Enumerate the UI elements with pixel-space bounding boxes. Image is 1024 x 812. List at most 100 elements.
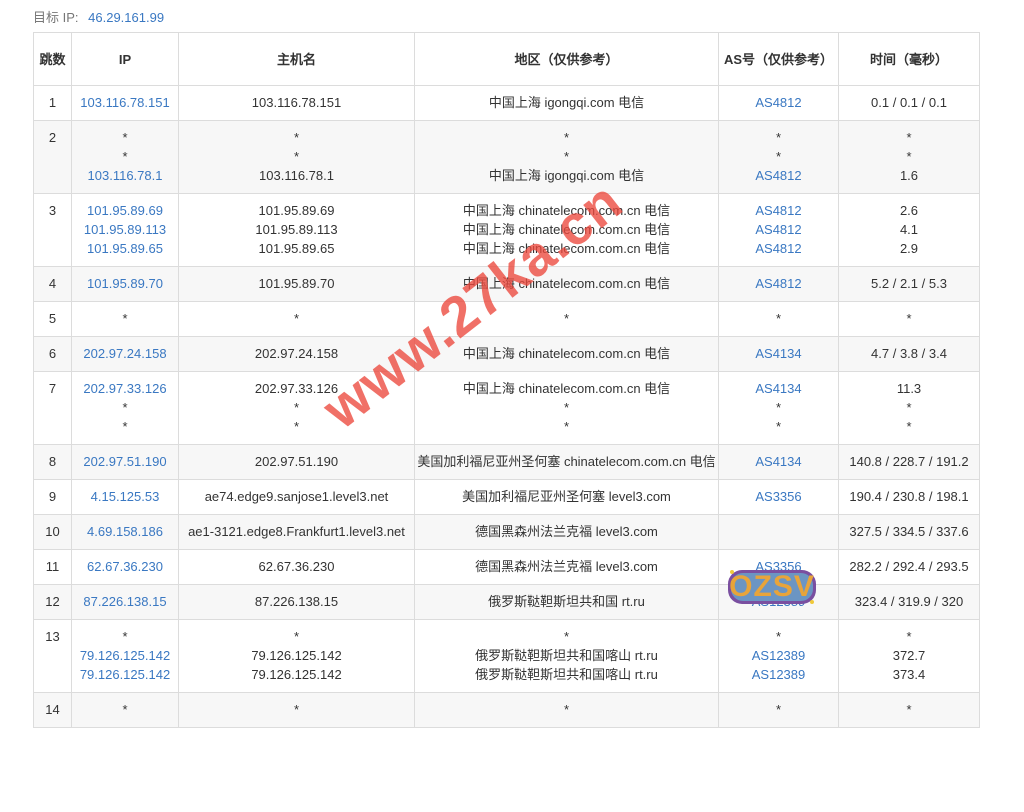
cell-region-value: * — [563, 149, 570, 164]
sticker-label: OZSV — [729, 570, 815, 603]
cell-host: 202.97.33.126 * * — [178, 371, 415, 445]
cell-time: * — [838, 301, 980, 337]
cell-as-value[interactable]: AS4134 — [721, 344, 836, 363]
cell-ip-value[interactable]: 79.126.125.142 — [74, 665, 176, 684]
cell-as-value[interactable]: AS4812 — [721, 220, 836, 239]
cell-time-value: 11.3 — [896, 381, 922, 396]
cell-as-value[interactable]: AS4812 — [721, 166, 836, 185]
cell-as-value[interactable]: AS4812 — [721, 274, 836, 293]
header-ip: IP — [71, 32, 179, 86]
cell-time: 323.4 / 319.9 / 320 — [838, 584, 980, 620]
cell-host-value: 87.226.138.15 — [254, 594, 339, 609]
cell-ip: 4.15.125.53 — [71, 479, 179, 515]
cell-hop: 9 — [33, 479, 72, 515]
cell-ip-value[interactable]: 103.116.78.151 — [74, 93, 176, 112]
target-ip-value[interactable]: 46.29.161.99 — [88, 10, 164, 25]
cell-hop: 11 — [33, 549, 72, 585]
cell-ip: 101.95.89.70 — [71, 266, 179, 302]
cell-host-value: * — [293, 702, 300, 717]
cell-region: 美国加利福尼亚州圣何塞 chinatelecom.com.cn 电信 — [414, 444, 719, 480]
cell-ip: * 79.126.125.142 79.126.125.142 — [71, 619, 179, 693]
cell-host-value: ae74.edge9.sanjose1.level3.net — [204, 489, 389, 504]
target-ip-label: 目标 IP: — [33, 10, 79, 25]
cell-as-value[interactable]: AS4812 — [721, 93, 836, 112]
cell-time-value: * — [906, 400, 912, 415]
cell-host: 62.67.36.230 — [178, 549, 415, 585]
table-row: 8 202.97.51.190 202.97.51.190 美国加利福尼亚州圣何塞 c… — [33, 444, 980, 480]
table-row: 12 87.226.138.15 87.226.138.15 俄罗斯鞑靼斯坦共和国 r… — [33, 584, 980, 620]
cell-hop: 2 — [33, 120, 72, 194]
cell-region-value: 美国加利福尼亚州圣何塞 chinatelecom.com.cn 电信 — [417, 454, 716, 469]
sticker-logo: OZSV — [722, 562, 822, 612]
cell-ip-value[interactable]: 101.95.89.70 — [74, 274, 176, 293]
cell-hop: 4 — [33, 266, 72, 302]
cell-region-value: * — [563, 419, 570, 434]
cell-as-value[interactable]: AS4134 — [721, 379, 836, 398]
cell-ip-value[interactable]: 4.15.125.53 — [74, 487, 176, 506]
cell-ip-value[interactable]: 87.226.138.15 — [74, 592, 176, 611]
cell-ip: 62.67.36.230 — [71, 549, 179, 585]
cell-time-value: * — [906, 311, 912, 326]
cell-time: 140.8 / 228.7 / 191.2 — [838, 444, 980, 480]
cell-as-value[interactable]: AS4134 — [721, 452, 836, 471]
cell-host: * — [178, 692, 415, 728]
cell-as: * * AS4812 — [718, 120, 839, 194]
cell-ip-value[interactable]: 202.97.24.158 — [74, 344, 176, 363]
cell-host-value: 101.95.89.70 — [258, 276, 335, 291]
cell-time-value: 282.2 / 292.4 / 293.5 — [849, 559, 969, 574]
table-row: 2 * * 103.116.78.1 * * 103.116.78.1 * * 中国上海 igon… — [33, 120, 980, 194]
cell-hop: 14 — [33, 692, 72, 728]
cell-ip-value[interactable]: 62.67.36.230 — [74, 557, 176, 576]
table-row: 11 62.67.36.230 62.67.36.230 德国黑森州法兰克福 leve… — [33, 549, 980, 585]
cell-ip: * — [71, 692, 179, 728]
cell-as-value[interactable]: AS4812 — [721, 239, 836, 258]
cell-host-value: * — [293, 419, 300, 434]
cell-as-value[interactable]: AS3356 — [721, 487, 836, 506]
cell-ip-value[interactable]: 103.116.78.1 — [74, 166, 176, 185]
cell-ip: * — [71, 301, 179, 337]
cell-ip-value: * — [122, 130, 128, 145]
cell-time-value: 4.1 — [899, 222, 919, 237]
cell-region-value: 中国上海 chinatelecom.com.cn 电信 — [462, 203, 671, 218]
cell-host-value: * — [293, 629, 300, 644]
cell-host-value: * — [293, 400, 300, 415]
cell-ip-value[interactable]: 4.69.158.186 — [74, 522, 176, 541]
table-header-row: 跳数 IP 主机名 地区（仅供参考） AS号（仅供参考） 时间（毫秒） — [33, 32, 980, 86]
cell-time-value: 190.4 / 230.8 / 198.1 — [849, 489, 969, 504]
cell-time: * — [838, 692, 980, 728]
cell-region-value: 中国上海 chinatelecom.com.cn 电信 — [462, 276, 671, 291]
cell-hop: 10 — [33, 514, 72, 550]
cell-ip-value[interactable]: 101.95.89.65 — [74, 239, 176, 258]
cell-time-value: 2.9 — [899, 241, 919, 256]
cell-region-value: * — [563, 702, 570, 717]
cell-region-value: 俄罗斯鞑靼斯坦共和国 rt.ru — [488, 594, 645, 609]
cell-as: AS4812 — [718, 85, 839, 121]
cell-as-value[interactable]: AS12389 — [721, 665, 836, 684]
cell-region: 中国上海 chinatelecom.com.cn 电信 — [414, 336, 719, 372]
cell-region: 中国上海 chinatelecom.com.cn 电信 中国上海 chinatel… — [414, 193, 719, 267]
cell-region-value: * — [563, 130, 570, 145]
cell-ip-value[interactable]: 101.95.89.113 — [74, 220, 176, 239]
cell-time-value: 5.2 / 2.1 / 5.3 — [871, 276, 947, 291]
header-host: 主机名 — [178, 32, 415, 86]
cell-ip-value[interactable]: 79.126.125.142 — [74, 646, 176, 665]
cell-region: 俄罗斯鞑靼斯坦共和国 rt.ru — [414, 584, 719, 620]
cell-ip-value[interactable]: 101.95.89.69 — [74, 201, 176, 220]
cell-as-value: * — [775, 702, 782, 717]
cell-as-value[interactable]: AS4812 — [721, 201, 836, 220]
cell-hop: 3 — [33, 193, 72, 267]
cell-hop: 1 — [33, 85, 72, 121]
cell-ip: 202.97.51.190 — [71, 444, 179, 480]
traceroute-table: 跳数 IP 主机名 地区（仅供参考） AS号（仅供参考） 时间（毫秒） 1 103… — [33, 32, 980, 728]
cell-time: 2.6 4.1 2.9 — [838, 193, 980, 267]
cell-ip-value[interactable]: 202.97.51.190 — [74, 452, 176, 471]
cell-ip-value[interactable]: 202.97.33.126 — [74, 379, 176, 398]
cell-time-value: * — [906, 629, 912, 644]
cell-time: * * 1.6 — [838, 120, 980, 194]
table-row: 1 103.116.78.151 103.116.78.151 中国上海 igongq… — [33, 85, 980, 121]
cell-host: 101.95.89.70 — [178, 266, 415, 302]
cell-time-value: * — [906, 130, 912, 145]
cell-region: 德国黑森州法兰克福 level3.com — [414, 514, 719, 550]
cell-as-value[interactable]: AS12389 — [721, 646, 836, 665]
target-ip-line: 目标 IP: 46.29.161.99 — [33, 7, 164, 26]
